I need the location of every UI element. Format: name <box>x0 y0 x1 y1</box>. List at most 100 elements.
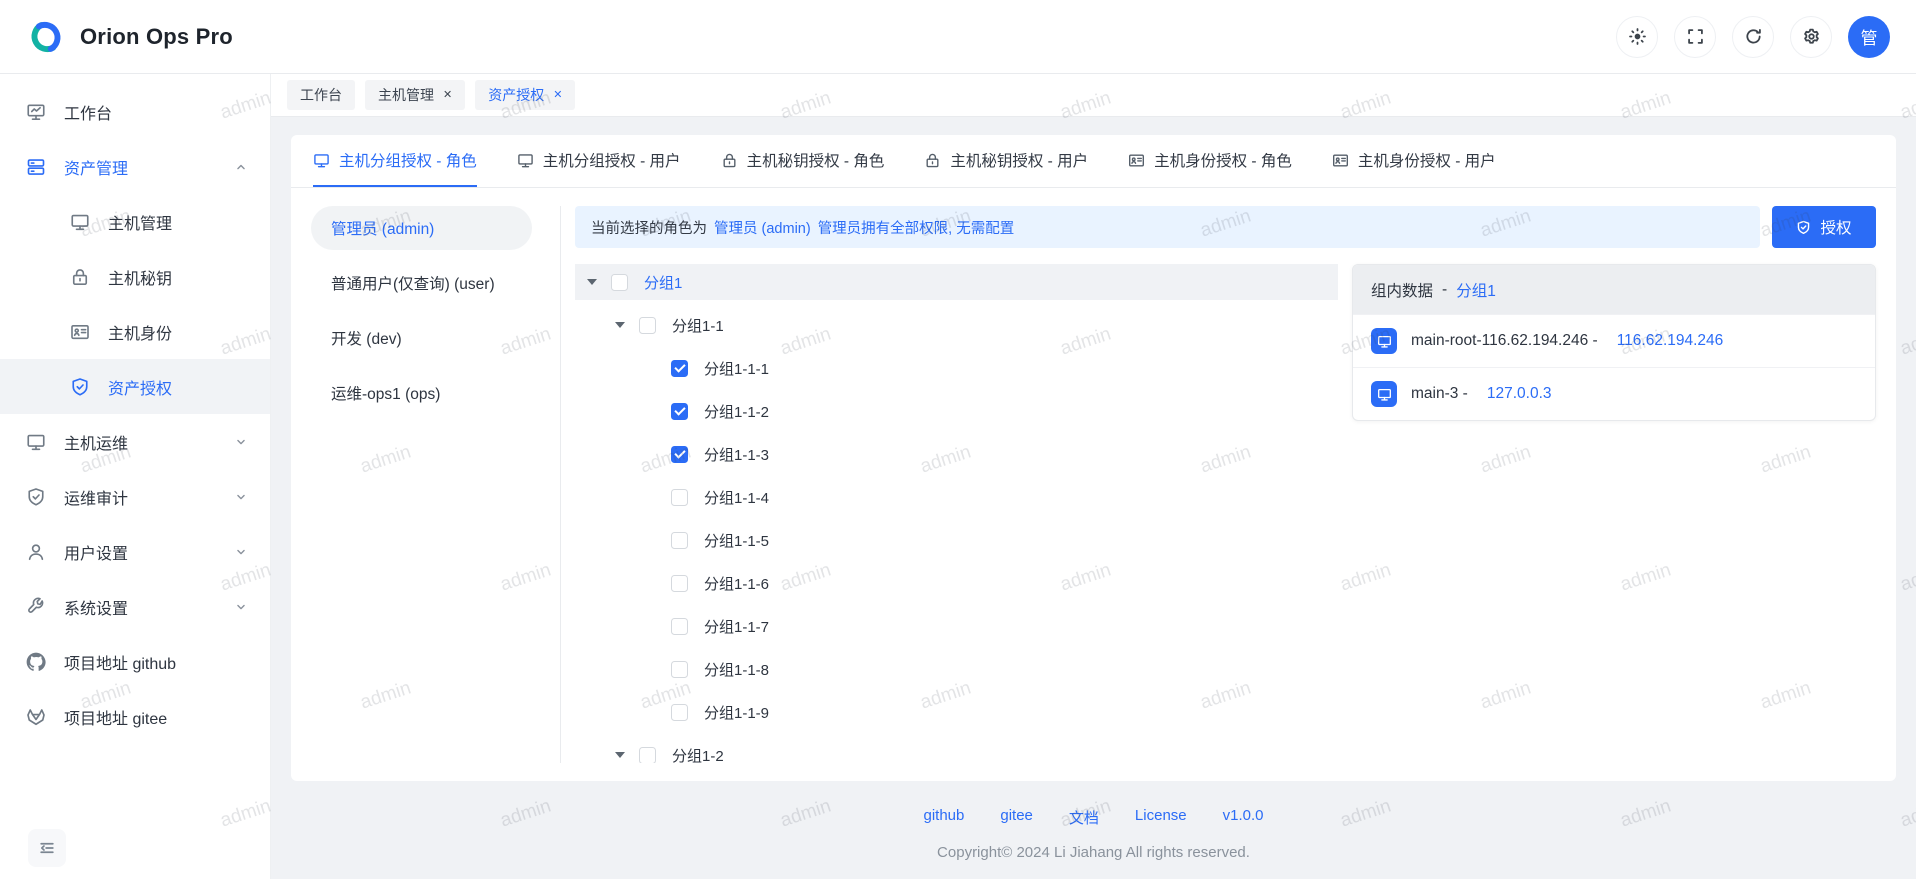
panel-group-link[interactable]: 分组1 <box>1456 279 1496 301</box>
tree-row[interactable]: 分组1-1-9 <box>575 694 1338 730</box>
close-icon[interactable]: ✕ <box>553 90 562 101</box>
checkbox-checked[interactable] <box>671 403 688 420</box>
tree-row[interactable]: 分组1-1-8 <box>575 651 1338 687</box>
lock-icon <box>924 152 941 169</box>
tree-row[interactable]: 分组1 <box>575 264 1338 300</box>
host-name: main-root-116.62.194.246 - <box>1411 332 1598 350</box>
tree-node-label[interactable]: 分组1-1-9 <box>704 702 769 723</box>
close-icon[interactable]: ✕ <box>443 90 452 101</box>
host-ip[interactable]: 127.0.0.3 <box>1487 385 1552 403</box>
user-avatar[interactable]: 管 <box>1848 16 1890 58</box>
caret-down-icon[interactable] <box>587 279 597 285</box>
checkbox[interactable] <box>671 575 688 592</box>
tab-host-group-role[interactable]: 主机分组授权 - 角色 <box>313 135 477 187</box>
tree-row[interactable]: 分组1-2 <box>575 737 1338 763</box>
tree-node-label[interactable]: 分组1-2 <box>672 745 724 764</box>
tree-row[interactable]: 分组1-1-7 <box>575 608 1338 644</box>
role-item-user[interactable]: 普通用户(仅查询) (user) <box>311 261 532 305</box>
tree-row[interactable]: 分组1-1-5 <box>575 522 1338 558</box>
sidebar-item-asset-authorization[interactable]: 资产授权 <box>0 359 270 414</box>
tree-node-label[interactable]: 分组1-1-7 <box>704 616 769 637</box>
checkbox[interactable] <box>671 661 688 678</box>
tree-node-label[interactable]: 分组1-1-6 <box>704 573 769 594</box>
role-info-alert: 当前选择的角色为 管理员 (admin) 管理员拥有全部权限, 无需配置 <box>575 206 1760 248</box>
checkbox-checked[interactable] <box>671 446 688 463</box>
id-card-icon <box>70 322 90 342</box>
tree-row[interactable]: 分组1-1-2 <box>575 393 1338 429</box>
footer-link-docs[interactable]: 文档 <box>1069 807 1099 828</box>
caret-down-icon[interactable] <box>615 322 625 328</box>
sidebar-item-github-link[interactable]: 项目地址 github <box>0 634 270 689</box>
refresh-button[interactable] <box>1732 16 1774 58</box>
role-item-admin[interactable]: 管理员 (admin) <box>311 206 532 250</box>
checkbox[interactable] <box>671 489 688 506</box>
sidebar-item-gitee-link[interactable]: 项目地址 gitee <box>0 689 270 744</box>
role-item-dev[interactable]: 开发 (dev) <box>311 316 532 360</box>
fullscreen-button[interactable] <box>1674 16 1716 58</box>
tree-node-label[interactable]: 分组1-1-4 <box>704 487 769 508</box>
sidebar-item-host-identity[interactable]: 主机身份 <box>0 304 270 359</box>
nav-chip-host-management[interactable]: 主机管理 ✕ <box>365 80 465 110</box>
tree-row[interactable]: 分组1-1-6 <box>575 565 1338 601</box>
tree-node-label[interactable]: 分组1-1-2 <box>704 401 769 422</box>
sidebar-item-workbench[interactable]: 工作台 <box>0 84 270 139</box>
checkbox[interactable] <box>671 532 688 549</box>
alert-role-link[interactable]: 管理员 (admin) <box>714 217 811 238</box>
shield-check-icon <box>26 487 46 507</box>
checkbox[interactable] <box>671 618 688 635</box>
nav-chip-workbench[interactable]: 工作台 <box>287 80 355 110</box>
tab-label: 主机分组授权 - 角色 <box>339 149 477 171</box>
checkbox-checked[interactable] <box>671 360 688 377</box>
tree-row[interactable]: 分组1-1-3 <box>575 436 1338 472</box>
tree-row[interactable]: 分组1-1 <box>575 307 1338 343</box>
sidebar-item-host-management[interactable]: 主机管理 <box>0 194 270 249</box>
host-row[interactable]: main-root-116.62.194.246 - 116.62.194.24… <box>1353 314 1875 367</box>
role-item-ops[interactable]: 运维-ops1 (ops) <box>311 371 532 415</box>
tree-node-label[interactable]: 分组1 <box>644 272 682 293</box>
sidebar-item-host-ops[interactable]: 主机运维 <box>0 414 270 469</box>
host-ip[interactable]: 116.62.194.246 <box>1617 332 1724 350</box>
tree-node-label[interactable]: 分组1-1-3 <box>704 444 769 465</box>
tab-label: 主机身份授权 - 角色 <box>1154 149 1292 171</box>
nav-chip-label: 工作台 <box>300 85 342 105</box>
tab-label: 主机身份授权 - 用户 <box>1358 149 1496 171</box>
tree-node-label[interactable]: 分组1-1-5 <box>704 530 769 551</box>
settings-button[interactable] <box>1790 16 1832 58</box>
footer-links: github gitee 文档 License v1.0.0 <box>291 807 1896 828</box>
sidebar-item-ops-audit[interactable]: 运维审计 <box>0 469 270 524</box>
tab-host-identity-user[interactable]: 主机身份授权 - 用户 <box>1332 135 1496 187</box>
sidebar-item-asset-management[interactable]: 资产管理 <box>0 139 270 194</box>
authorize-button[interactable]: 授权 <box>1772 206 1876 248</box>
host-row[interactable]: main-3 - 127.0.0.3 <box>1353 367 1875 420</box>
host-name: main-3 - <box>1411 385 1468 403</box>
checkbox[interactable] <box>611 274 628 291</box>
app-window: Orion Ops Pro <box>0 0 1916 879</box>
tree-row[interactable]: 分组1-1-4 <box>575 479 1338 515</box>
checkbox[interactable] <box>671 704 688 721</box>
tree-row[interactable]: 分组1-1-1 <box>575 350 1338 386</box>
checkbox[interactable] <box>639 317 656 334</box>
footer-link-gitee[interactable]: gitee <box>1000 807 1033 828</box>
tree-node-label[interactable]: 分组1-1-8 <box>704 659 769 680</box>
header-actions: 管 <box>1616 16 1890 58</box>
tab-host-key-user[interactable]: 主机秘钥授权 - 用户 <box>924 135 1088 187</box>
sidebar-item-host-keys[interactable]: 主机秘钥 <box>0 249 270 304</box>
checkbox[interactable] <box>639 747 656 764</box>
tab-host-identity-role[interactable]: 主机身份授权 - 角色 <box>1128 135 1292 187</box>
nav-chip-bar: 工作台 主机管理 ✕ 资产授权 ✕ <box>271 74 1916 117</box>
footer-link-version[interactable]: v1.0.0 <box>1223 807 1264 828</box>
tab-host-group-user[interactable]: 主机分组授权 - 用户 <box>517 135 681 187</box>
tree-node-label[interactable]: 分组1-1-1 <box>704 358 769 379</box>
sidebar-item-user-settings[interactable]: 用户设置 <box>0 524 270 579</box>
nav-chip-asset-authorization[interactable]: 资产授权 ✕ <box>475 80 575 110</box>
sidebar-item-system-settings[interactable]: 系统设置 <box>0 579 270 634</box>
sidebar-collapse-button[interactable] <box>28 829 66 867</box>
alert-prefix: 当前选择的角色为 <box>591 217 707 238</box>
chevron-down-icon <box>234 545 248 559</box>
footer-link-github[interactable]: github <box>924 807 965 828</box>
footer-link-license[interactable]: License <box>1135 807 1187 828</box>
tab-host-key-role[interactable]: 主机秘钥授权 - 角色 <box>721 135 885 187</box>
caret-down-icon[interactable] <box>615 752 625 758</box>
theme-toggle-button[interactable] <box>1616 16 1658 58</box>
tree-node-label[interactable]: 分组1-1 <box>672 315 724 336</box>
